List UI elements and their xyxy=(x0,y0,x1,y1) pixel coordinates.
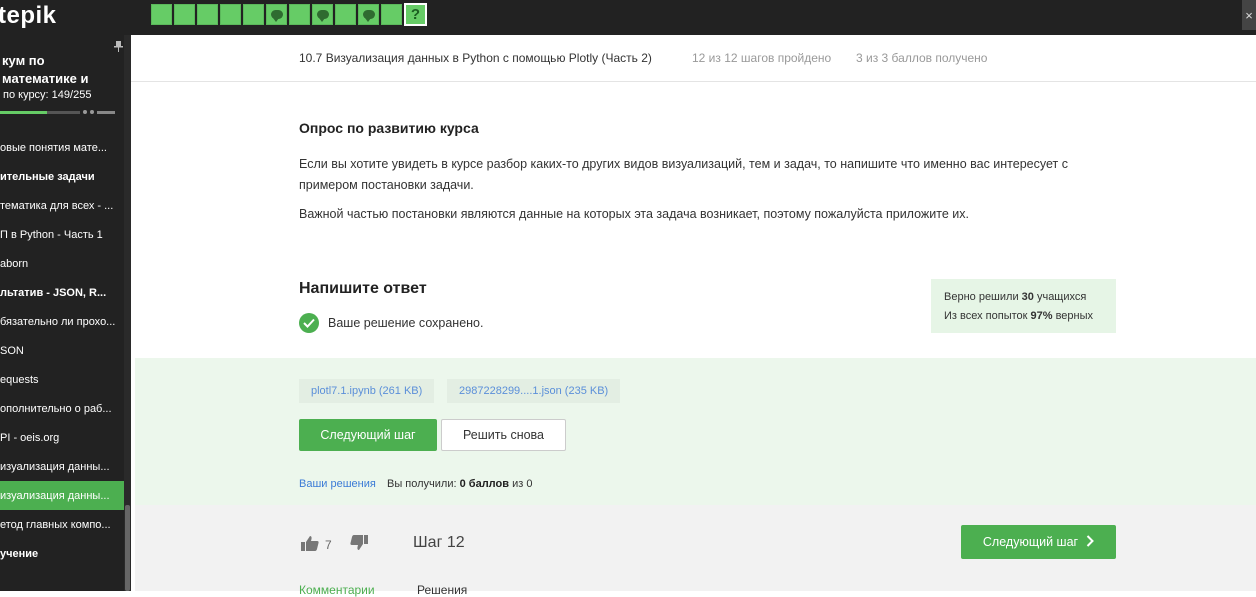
stepik-logo[interactable]: tepik xyxy=(0,2,57,30)
close-icon[interactable]: × xyxy=(1242,0,1256,30)
solve-stats: Верно решили 30 учащихся Из всех попыток… xyxy=(931,279,1116,333)
step-square-8[interactable] xyxy=(312,4,333,25)
step-square-2[interactable] xyxy=(174,4,195,25)
lesson-title[interactable]: 10.7 Визуализация данных в Python с помо… xyxy=(299,51,652,65)
attached-file[interactable]: 2987228299....1.json (235 KB) xyxy=(447,379,621,403)
lesson-menu: овые понятия мате... ительные задачи темат… xyxy=(0,133,124,568)
sidebar-lesson[interactable]: тематика для всех - ... xyxy=(0,191,124,220)
step-square-11[interactable] xyxy=(381,4,402,25)
pin-icon[interactable] xyxy=(114,41,123,55)
like-count: 7 xyxy=(325,537,332,552)
lesson-header: 10.7 Визуализация данных в Python с помо… xyxy=(131,35,1256,82)
course-sidebar: кум по математике и по курсу: 149/255 ов… xyxy=(0,35,131,591)
step-text-1: Если вы хотите увидеть в курсе разбор ка… xyxy=(299,157,1068,192)
saved-status: Ваше решение сохранено. xyxy=(299,313,483,333)
points-received: Вы получили: 0 баллов из 0 xyxy=(387,478,533,490)
sidebar-lesson[interactable]: бязательно ли прохо... xyxy=(0,307,124,336)
progress-dot xyxy=(83,110,87,114)
lesson-score: 3 из 3 баллов получено xyxy=(856,51,988,65)
attached-file[interactable]: plotl7.1.ipynb (261 KB) xyxy=(299,379,435,403)
step-number: Шаг 12 xyxy=(413,534,465,551)
sidebar-scroll-thumb[interactable] xyxy=(125,505,130,591)
progress-markers xyxy=(83,110,115,114)
next-step-button[interactable]: Следующий шаг xyxy=(299,419,437,451)
step-square-9[interactable] xyxy=(335,4,356,25)
thumbs-down-icon xyxy=(350,535,368,555)
step-square-12[interactable]: ? xyxy=(404,3,427,26)
next-step-bottom-button[interactable]: Следующий шаг xyxy=(961,525,1116,559)
solved-stat: Верно решили 30 учащихся xyxy=(944,291,1087,303)
check-icon xyxy=(299,313,319,333)
attempts-stat: Из всех попыток 97% верных xyxy=(944,310,1094,322)
step-square-4[interactable] xyxy=(220,4,241,25)
sidebar-lesson[interactable]: изуализация данны... xyxy=(0,452,124,481)
step-square-1[interactable] xyxy=(151,4,172,25)
comment-icon xyxy=(362,10,375,22)
sidebar-lesson[interactable]: ополнительно о раб... xyxy=(0,394,124,423)
course-progress-fill xyxy=(0,111,47,114)
like-button[interactable]: 7 xyxy=(301,535,332,554)
course-title[interactable]: кум по математике и xyxy=(2,52,122,88)
progress-dash xyxy=(97,110,115,114)
course-progress-bar xyxy=(0,111,80,114)
sidebar-lesson[interactable]: етод главных компо... xyxy=(0,510,124,539)
dislike-button[interactable] xyxy=(350,535,368,556)
sidebar-section[interactable]: ительные задачи xyxy=(0,162,124,191)
step-square-10[interactable] xyxy=(358,4,379,25)
main-content: 10.7 Визуализация данных в Python с помо… xyxy=(131,35,1256,597)
sidebar-lesson[interactable]: изуализация данны... xyxy=(0,481,124,510)
sidebar-lesson[interactable]: овые понятия мате... xyxy=(0,133,124,162)
step-square-3[interactable] xyxy=(197,4,218,25)
sidebar-lesson[interactable]: equests xyxy=(0,365,124,394)
sidebar-lesson[interactable]: aborn xyxy=(0,249,124,278)
chevron-right-icon xyxy=(1086,534,1095,550)
your-solutions-link[interactable]: Ваши решения xyxy=(299,478,376,490)
next-step-label: Следующий шаг xyxy=(982,535,1079,549)
sidebar-section[interactable]: учение xyxy=(0,539,124,568)
course-progress-label: по курсу: 149/255 xyxy=(3,89,92,101)
top-bar: tepik ? × xyxy=(0,0,1256,35)
progress-dot xyxy=(90,110,94,114)
lesson-steps-passed: 12 из 12 шагов пройдено xyxy=(692,51,832,65)
step-square-6[interactable] xyxy=(266,4,287,25)
sidebar-lesson[interactable]: SON xyxy=(0,336,124,365)
step-heading: Опрос по развитию курса xyxy=(299,120,479,136)
comment-icon xyxy=(270,10,283,22)
tab-comments[interactable]: Комментарии xyxy=(299,583,375,597)
saved-text: Ваше решение сохранено. xyxy=(328,316,484,330)
sidebar-lesson[interactable]: П в Python - Часть 1 xyxy=(0,220,124,249)
step-square-5[interactable] xyxy=(243,4,264,25)
step-text-2: Важной частью постановки являются данные… xyxy=(299,207,969,221)
question-icon: ? xyxy=(410,6,421,23)
sidebar-section[interactable]: льтатив - JSON, R... xyxy=(0,278,124,307)
comment-icon xyxy=(316,10,329,22)
sidebar-lesson[interactable]: PI - oeis.org xyxy=(0,423,124,452)
solve-again-button[interactable]: Решить снова xyxy=(441,419,566,451)
answer-heading: Напишите ответ xyxy=(299,280,427,297)
step-navigation: ? xyxy=(151,3,427,26)
step-square-7[interactable] xyxy=(289,4,310,25)
thumbs-up-icon xyxy=(301,535,319,554)
tab-solutions[interactable]: Решения xyxy=(417,583,467,597)
